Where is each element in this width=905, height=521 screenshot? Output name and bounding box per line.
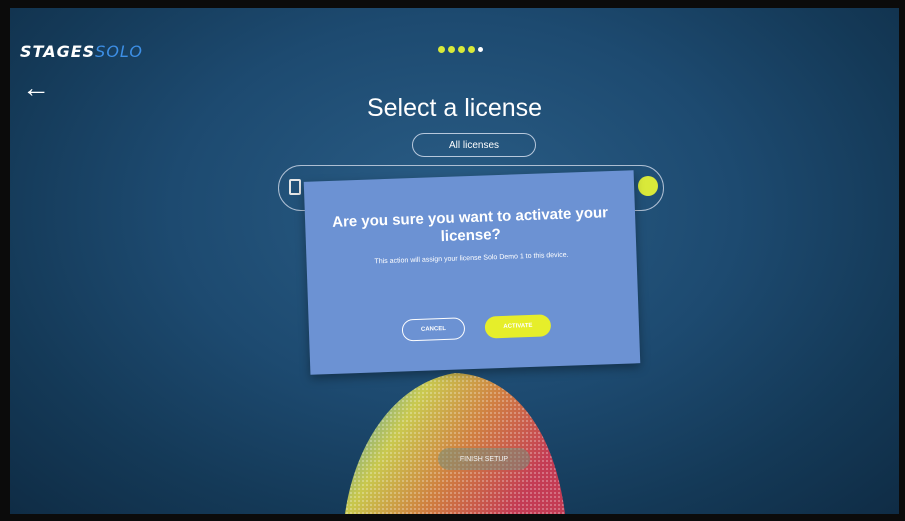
activate-button[interactable]: ACTIVATE bbox=[484, 314, 552, 339]
progress-dot bbox=[438, 46, 445, 53]
activate-license-dialog: Are you sure you want to activate your l… bbox=[303, 170, 641, 375]
finish-setup-button[interactable]: FINISH SETUP bbox=[438, 448, 530, 470]
activate-button-label: ACTIVATE bbox=[503, 322, 533, 330]
progress-dot-current bbox=[478, 47, 483, 52]
license-select-indicator[interactable] bbox=[638, 176, 658, 196]
dialog-title: Are you sure you want to activate your l… bbox=[331, 204, 609, 246]
finish-setup-label: FINISH SETUP bbox=[459, 455, 509, 463]
setup-progress-indicator bbox=[438, 46, 483, 53]
decorative-globe-graphic bbox=[345, 373, 565, 514]
logo-sub: SOLO bbox=[95, 42, 143, 61]
logo-main: STAGES bbox=[20, 42, 96, 61]
stages-solo-logo: STAGESSOLO bbox=[20, 42, 143, 61]
cancel-button[interactable]: CANCEL bbox=[401, 317, 466, 342]
license-icon bbox=[289, 179, 301, 195]
progress-dot bbox=[448, 46, 455, 53]
progress-dot bbox=[458, 46, 465, 53]
license-filter-button[interactable]: All licenses bbox=[412, 133, 536, 157]
page-title: Select a license bbox=[366, 94, 543, 122]
screen: STAGESSOLO ← Select a license All licens… bbox=[10, 8, 899, 514]
license-filter-label: All licenses bbox=[448, 139, 500, 151]
dialog-message: This action will assign your license Sol… bbox=[374, 251, 569, 266]
progress-dot bbox=[468, 46, 475, 53]
cancel-button-label: CANCEL bbox=[420, 325, 447, 333]
